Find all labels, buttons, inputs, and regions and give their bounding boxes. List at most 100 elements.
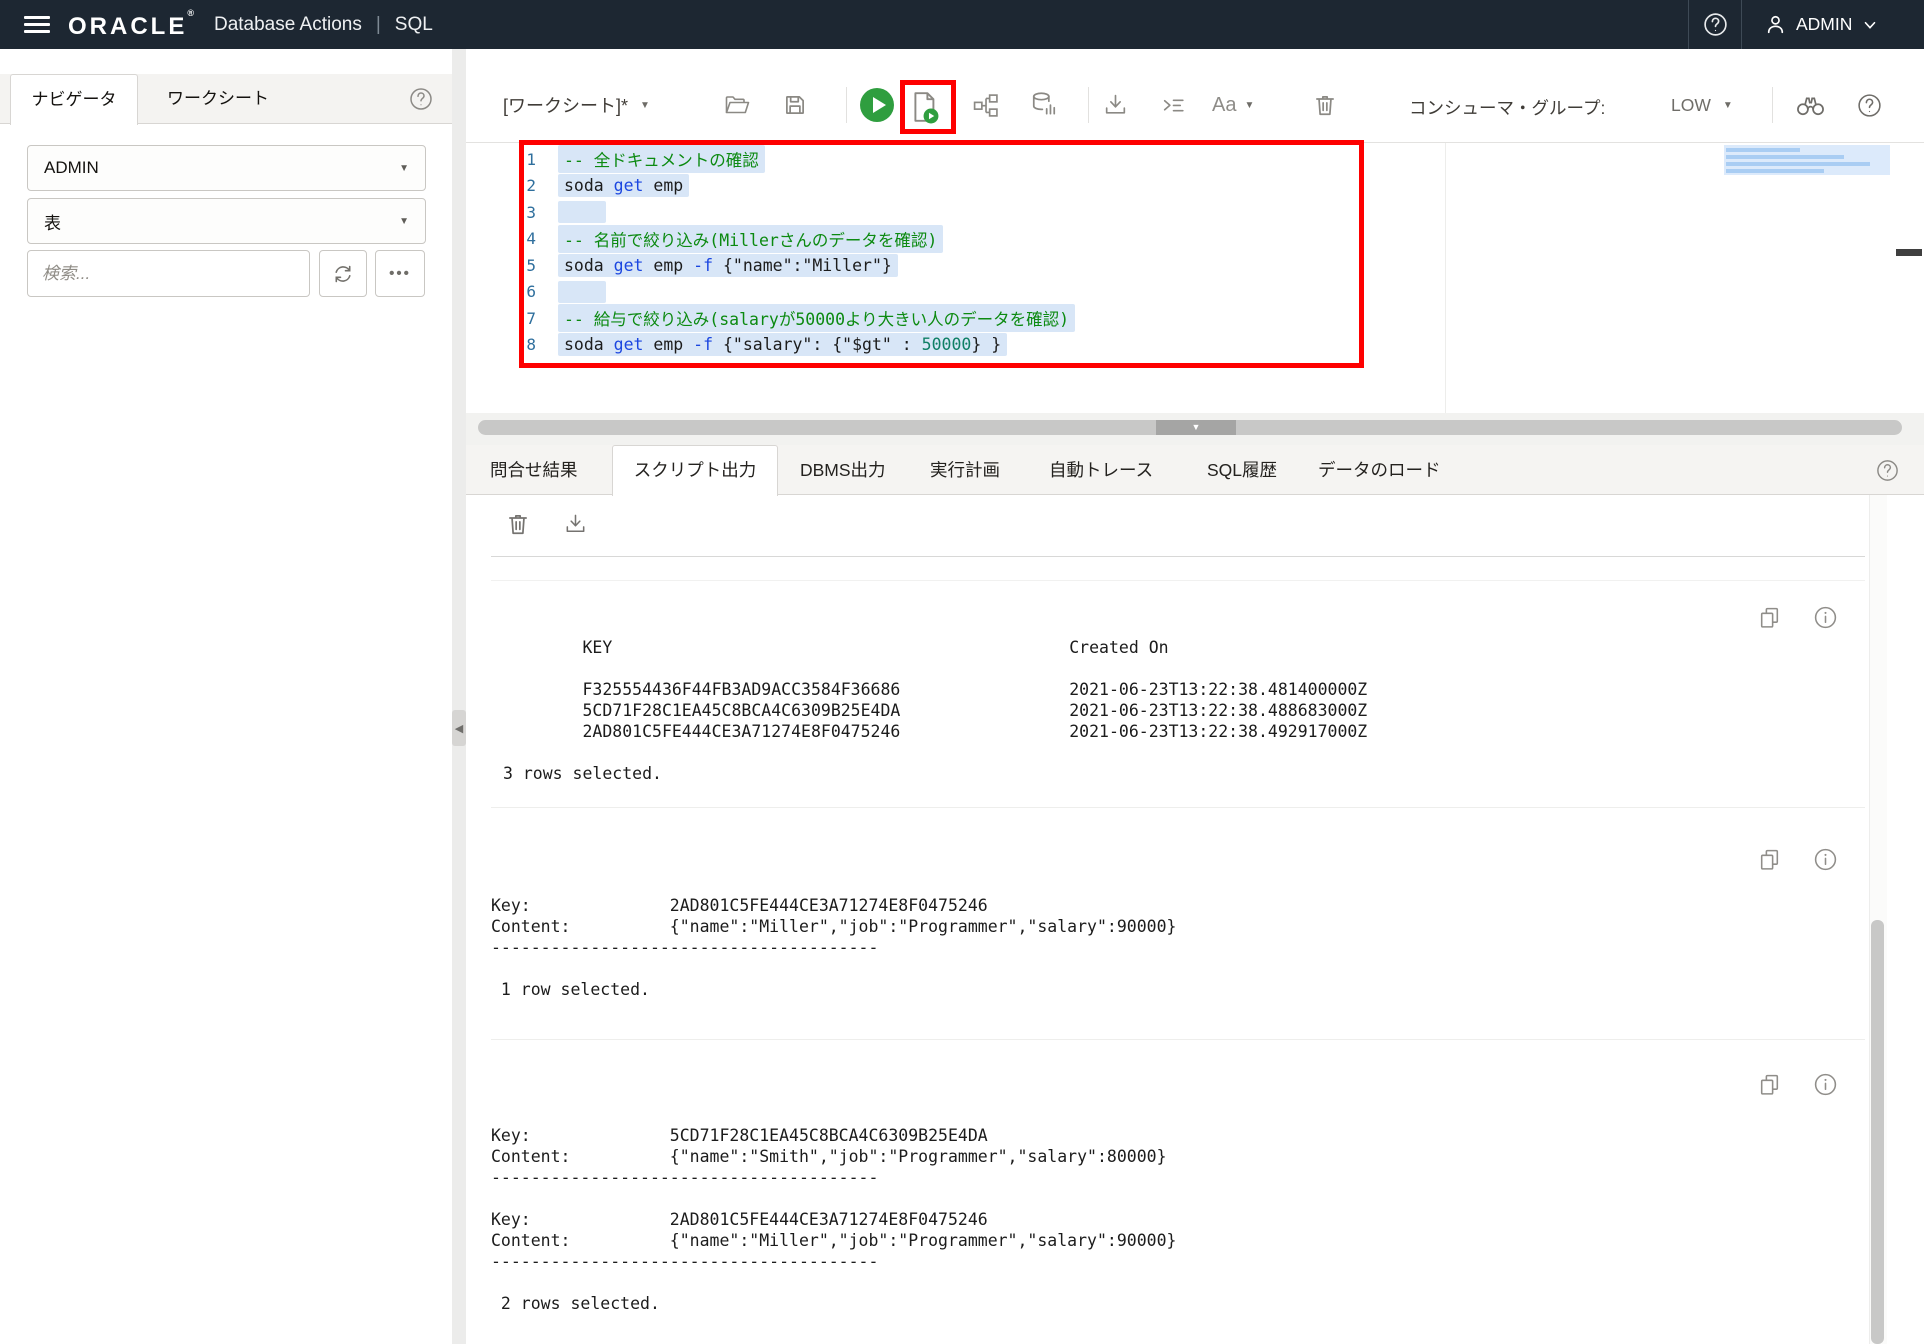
tab-script-output[interactable]: スクリプト出力 [612, 445, 778, 496]
sidebar-tab-navigator[interactable]: ナビゲータ [10, 74, 138, 125]
code-text: -- 名前で絞り込み(Millerさんのデータを確認) [558, 225, 943, 253]
panel-splitter[interactable] [452, 49, 466, 1344]
copy-icon[interactable] [1757, 605, 1782, 630]
editor-line: 2soda get emp [466, 173, 1924, 200]
hamburger-menu-icon[interactable] [24, 12, 50, 38]
sidebar-help-icon[interactable] [408, 86, 434, 112]
line-number: 8 [466, 335, 558, 354]
run-script-button[interactable] [907, 89, 943, 125]
sidebar-collapse-handle[interactable]: ◀ [452, 710, 466, 746]
code-text: -- 全ドキュメントの確認 [558, 145, 765, 173]
download-button[interactable] [1102, 92, 1129, 119]
info-icon[interactable] [1813, 605, 1838, 630]
editor-line: 5soda get emp -f {"name":"Miller"} [466, 252, 1924, 279]
user-menu[interactable]: ADMIN [1742, 0, 1924, 49]
consumer-group-select[interactable]: LOW ▼ [1671, 95, 1733, 116]
editor-line: 4-- 名前で絞り込み(Millerさんのデータを確認) [466, 226, 1924, 253]
line-number: 7 [466, 309, 558, 328]
font-size-label: Aa [1212, 94, 1236, 117]
search-input[interactable] [27, 250, 310, 297]
tab-data-load[interactable]: データのロード [1318, 445, 1441, 495]
play-icon [873, 97, 886, 113]
editor-minimap-divider [1445, 143, 1446, 413]
line-number: 4 [466, 229, 558, 248]
info-icon[interactable] [1813, 847, 1838, 872]
user-icon [1764, 13, 1787, 36]
tab-explain-plan[interactable]: 実行計画 [930, 445, 1000, 495]
refresh-button[interactable] [319, 250, 367, 297]
toolbar-divider [1772, 87, 1773, 123]
clear-worksheet-button[interactable] [1312, 92, 1338, 118]
header-help-button[interactable] [1688, 0, 1742, 49]
sidebar-tab-worksheet[interactable]: ワークシート [138, 74, 298, 124]
worksheet-name: [ワークシート]* [503, 92, 628, 118]
object-type-select[interactable]: 表 ▼ [27, 198, 426, 244]
open-file-button[interactable] [724, 93, 751, 117]
line-number: 5 [466, 256, 558, 275]
results-help-icon[interactable] [1875, 458, 1900, 483]
toolbar-divider [846, 87, 847, 123]
toolbar-help-button[interactable] [1856, 92, 1883, 119]
minimap-line [1726, 162, 1870, 166]
tab-query-result[interactable]: 問合せ結果 [490, 445, 578, 495]
output-divider [491, 580, 1865, 581]
download-output-button[interactable] [563, 512, 588, 537]
toolbar-divider [1088, 87, 1089, 123]
consumer-group-label: コンシューマ・グループ: [1409, 95, 1605, 120]
ellipsis-icon: ••• [389, 265, 411, 282]
editor-line: 3 [466, 199, 1924, 226]
splitter-collapse-handle[interactable]: ▼ [1156, 420, 1236, 435]
more-options-button[interactable]: ••• [375, 250, 425, 297]
clear-output-button[interactable] [505, 511, 531, 537]
tab-sql-history[interactable]: SQL履歴 [1207, 445, 1277, 495]
info-icon[interactable] [1813, 1072, 1838, 1097]
autotrace-button[interactable] [1030, 90, 1058, 118]
save-button[interactable] [782, 92, 808, 118]
script-output-block: KEY Created On F325554436F44FB3AD9ACC358… [503, 637, 1367, 784]
chevron-down-icon: ▼ [1244, 100, 1254, 111]
format-button[interactable] [1160, 93, 1187, 120]
script-output-block: Key: 5CD71F28C1EA45C8BCA4C6309B25E4DA Co… [491, 1125, 1176, 1314]
code-text [558, 281, 606, 303]
minimap-line [1726, 169, 1824, 173]
explain-plan-button[interactable] [972, 92, 999, 119]
header-bar: ORACLE® Database Actions | SQL ADMIN [0, 0, 1924, 49]
editor-minimap[interactable] [1724, 145, 1890, 175]
editor-lines: 1-- 全ドキュメントの確認2soda get emp34-- 名前で絞り込み(… [466, 146, 1924, 358]
output-scrollbar-thumb[interactable] [1871, 920, 1884, 1344]
worksheet-selector[interactable]: [ワークシート]* ▼ [503, 92, 650, 118]
font-size-button[interactable]: Aa ▼ [1212, 94, 1254, 117]
output-divider [491, 807, 1865, 808]
run-statement-button[interactable] [860, 88, 894, 122]
editor-line: 8soda get emp -f {"salary": {"$gt" : 500… [466, 332, 1924, 359]
horizontal-splitter: ▼ [466, 413, 1924, 445]
chevron-down-icon: ▼ [640, 100, 650, 111]
schema-select[interactable]: ADMIN ▼ [27, 145, 426, 191]
tab-dbms-output[interactable]: DBMS出力 [800, 445, 886, 495]
script-output-panel: KEY Created On F325554436F44FB3AD9ACC358… [466, 495, 1924, 1344]
consumer-group-value: LOW [1671, 95, 1711, 116]
object-type-select-value: 表 [44, 209, 61, 234]
chevron-down-icon [1861, 16, 1879, 34]
chevron-down-icon: ▼ [399, 216, 409, 227]
user-name: ADMIN [1796, 14, 1852, 35]
script-output-block: Key: 2AD801C5FE444CE3A71274E8F0475246 Co… [491, 895, 1176, 1000]
copy-icon[interactable] [1757, 1072, 1782, 1097]
module-title: SQL [395, 14, 433, 36]
output-divider [491, 1039, 1865, 1040]
code-text: soda get emp -f {"name":"Miller"} [558, 254, 898, 277]
editor-line: 7-- 給与で絞り込み(salaryが50000より大きい人のデータを確認) [466, 305, 1924, 332]
code-text: -- 給与で絞り込み(salaryが50000より大きい人のデータを確認) [558, 304, 1075, 332]
sql-editor[interactable]: 1-- 全ドキュメントの確認2soda get emp34-- 名前で絞り込み(… [466, 143, 1924, 413]
copy-icon[interactable] [1757, 847, 1782, 872]
tab-autotrace[interactable]: 自動トレース [1049, 445, 1153, 495]
minimap-line [1726, 155, 1844, 159]
editor-line: 6 [466, 279, 1924, 306]
find-button[interactable] [1794, 93, 1827, 119]
minimap-line [1726, 148, 1800, 152]
header-divider: | [376, 14, 381, 36]
chevron-down-icon: ▼ [1723, 100, 1733, 111]
chevron-down-icon: ▼ [399, 163, 409, 174]
editor-scrollbar-marker[interactable] [1896, 249, 1922, 256]
line-number: 1 [466, 150, 558, 169]
